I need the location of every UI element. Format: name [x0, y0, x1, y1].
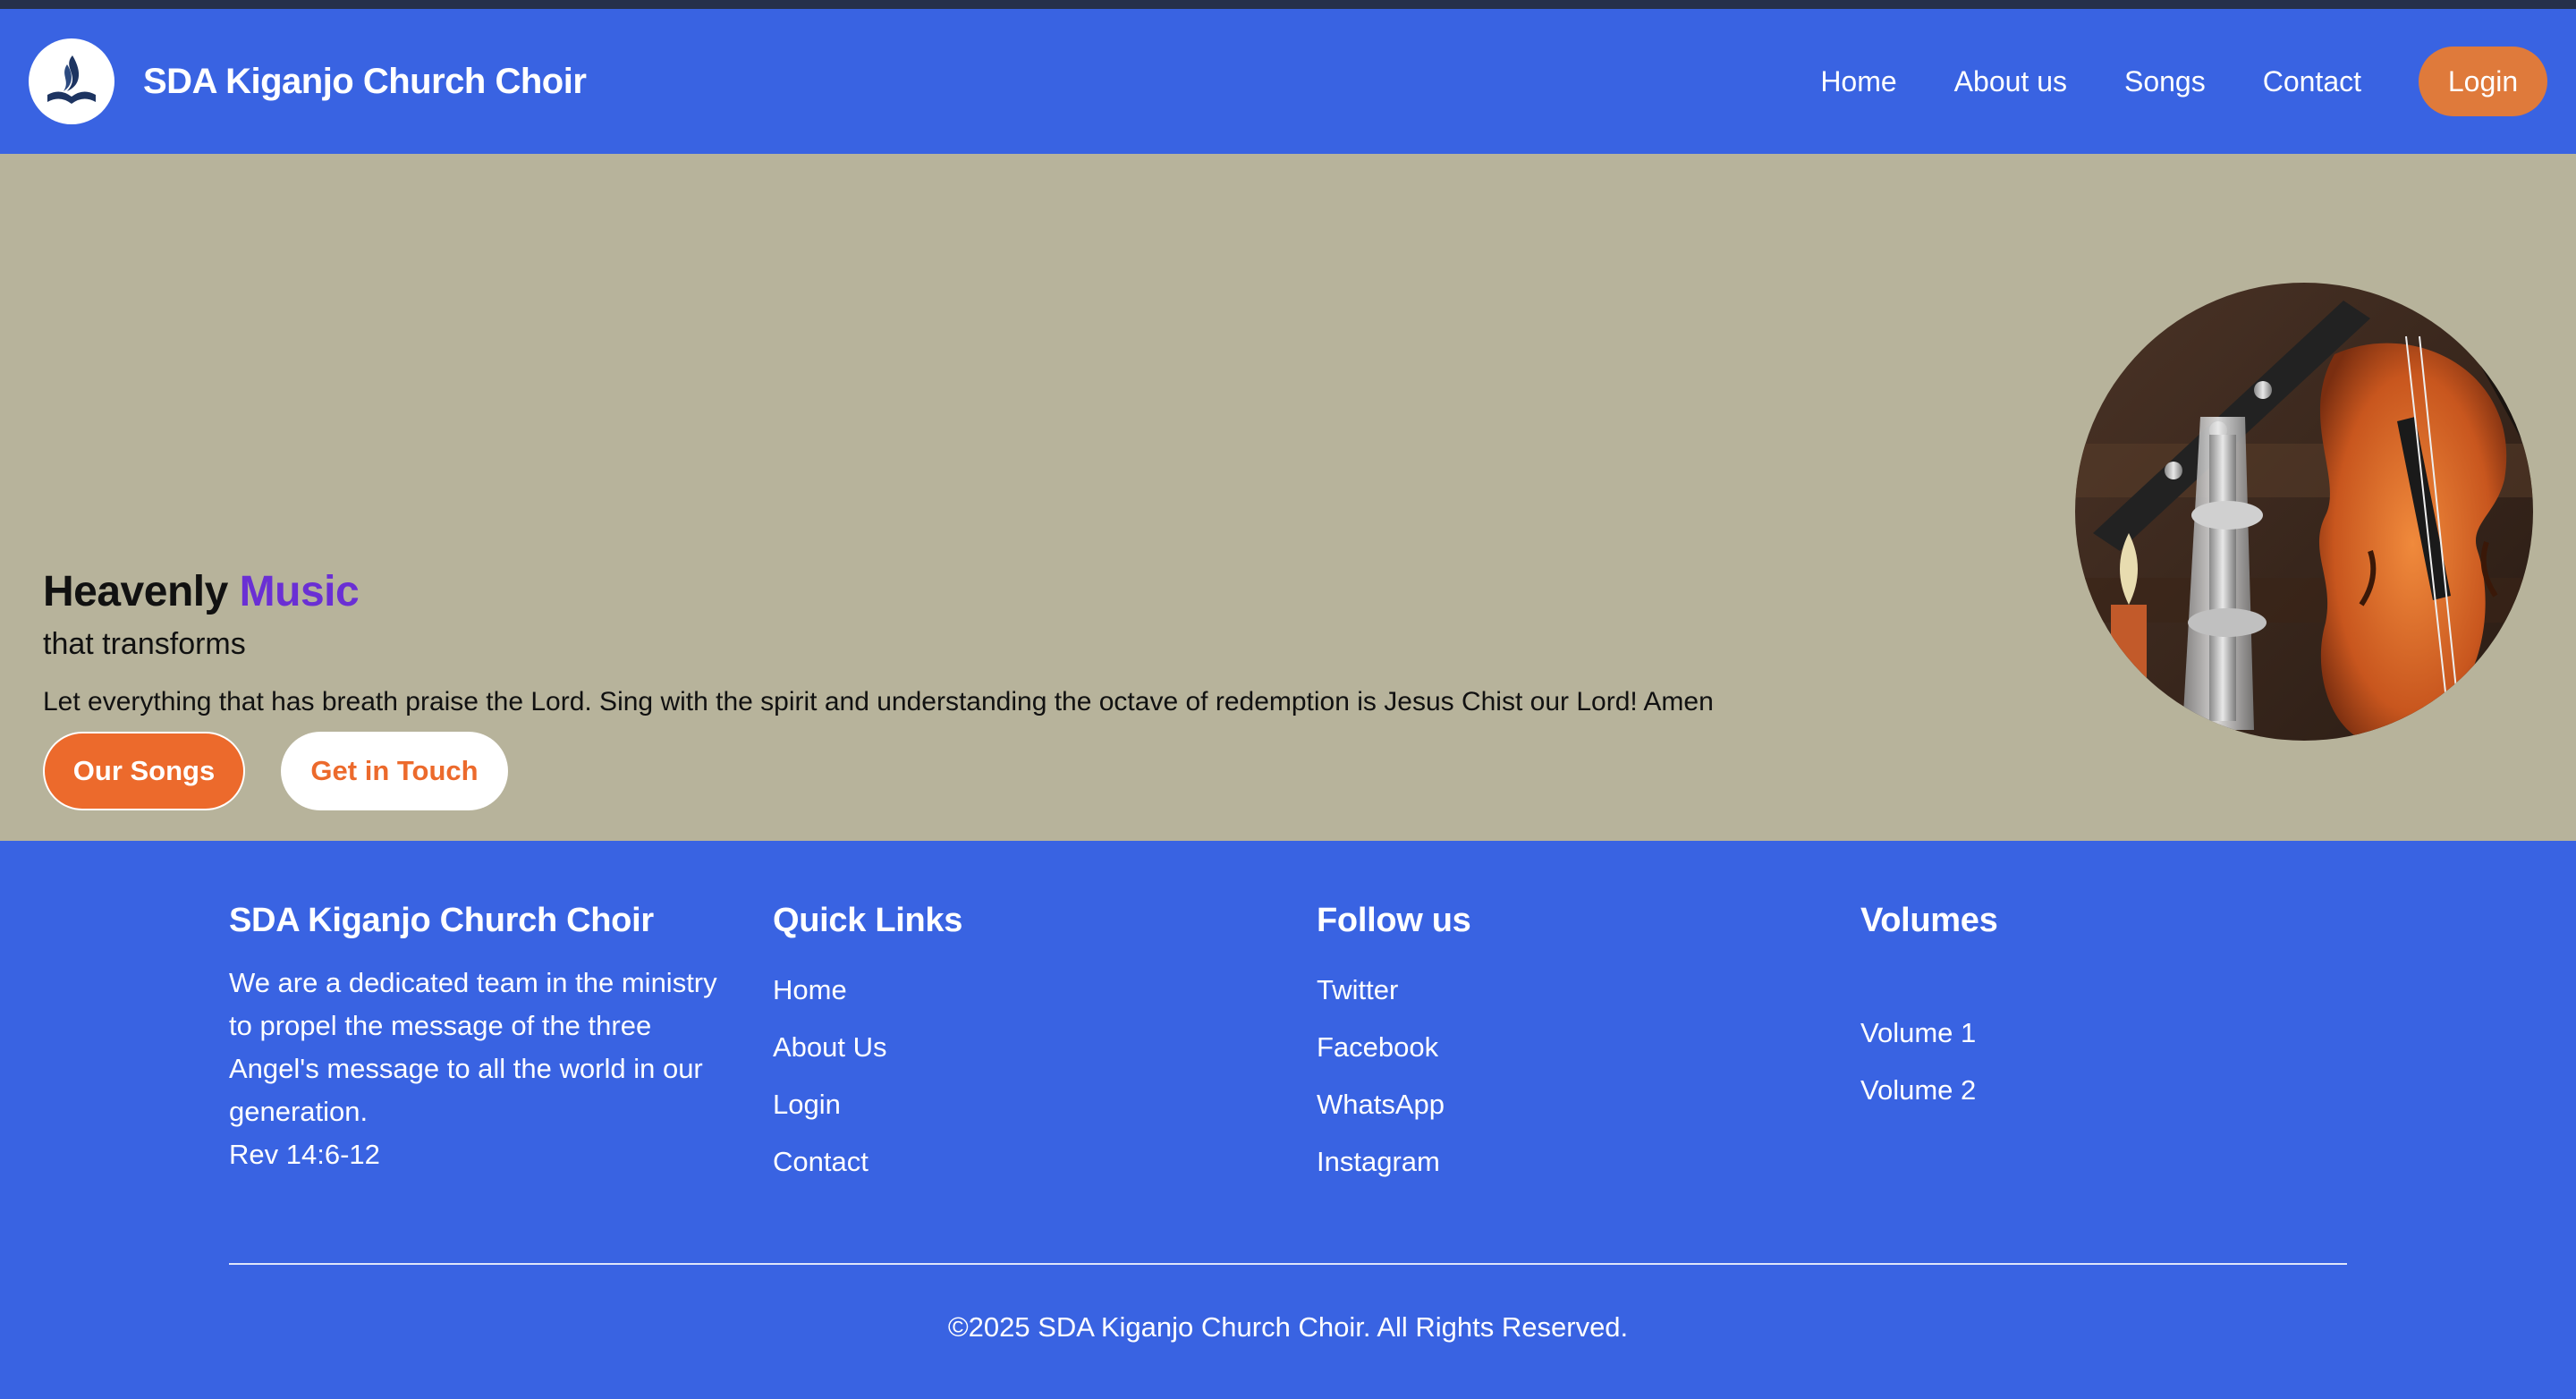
hero-subtitle: that transforms: [43, 627, 246, 661]
nav-home[interactable]: Home: [1820, 65, 1896, 98]
hero-title-word: Heavenly: [43, 568, 228, 615]
hero-title-accent: Music: [239, 568, 360, 615]
footer-about-text: We are a dedicated team in the ministry …: [229, 967, 717, 1127]
footer-volumes: Volumes Volume 1 Volume 2: [1860, 902, 1998, 1119]
hero-text: Heavenly Music that transforms Let every…: [43, 567, 1714, 810]
hero-section: Heavenly Music that transforms Let every…: [0, 154, 2576, 841]
nav-about-us[interactable]: About us: [1954, 65, 2067, 98]
footer-link-contact[interactable]: Contact: [773, 1133, 962, 1191]
footer-follow-us: Follow us Twitter Facebook WhatsApp Inst…: [1317, 902, 1471, 1191]
instruments-image: [2075, 283, 2533, 741]
follow-us-title: Follow us: [1317, 902, 1471, 939]
hero-buttons: Our Songs Get in Touch: [43, 732, 1714, 810]
copyright-text: ©2025 SDA Kiganjo Church Choir. All Righ…: [947, 1311, 1629, 1343]
footer: SDA Kiganjo Church Choir We are a dedica…: [0, 841, 2576, 1399]
login-button[interactable]: Login: [2419, 47, 2547, 116]
main-nav: Home About us Songs Contact Login: [1763, 47, 2547, 116]
volumes-title: Volumes: [1860, 902, 1998, 939]
footer-verse: Rev 14:6-12: [229, 1139, 380, 1170]
nav-contact[interactable]: Contact: [2263, 65, 2361, 98]
footer-link-home[interactable]: Home: [773, 962, 962, 1019]
footer-link-volume-2[interactable]: Volume 2: [1860, 1062, 1997, 1119]
footer-quick-links: Quick Links Home About Us Login Contact: [773, 902, 962, 1191]
footer-link-whatsapp[interactable]: WhatsApp: [1317, 1076, 1471, 1133]
volumes-spacer: [1860, 962, 1997, 1005]
nav-songs[interactable]: Songs: [2124, 65, 2206, 98]
footer-link-login[interactable]: Login: [773, 1076, 962, 1133]
footer-link-instagram[interactable]: Instagram: [1317, 1133, 1471, 1191]
hero-title: Heavenly Music: [43, 567, 1714, 616]
footer-about-title: SDA Kiganjo Church Choir: [229, 902, 654, 939]
quick-links-title: Quick Links: [773, 902, 963, 939]
footer-link-twitter[interactable]: Twitter: [1317, 962, 1471, 1019]
footer-about: SDA Kiganjo Church Choir We are a dedica…: [229, 902, 730, 1176]
get-in-touch-button[interactable]: Get in Touch: [281, 732, 508, 810]
hero-lead-text: Let everything that has breath praise th…: [43, 687, 1714, 716]
footer-link-volume-1[interactable]: Volume 1: [1860, 1005, 1997, 1062]
brand-name: SDA Kiganjo Church Choir: [143, 61, 587, 101]
brand[interactable]: SDA Kiganjo Church Choir: [29, 38, 587, 124]
top-strip: [0, 0, 2576, 9]
navbar: SDA Kiganjo Church Choir Home About us S…: [0, 9, 2576, 154]
our-songs-button[interactable]: Our Songs: [43, 732, 245, 810]
footer-divider: [229, 1263, 2347, 1265]
sda-logo-icon: [29, 38, 114, 124]
footer-link-about-us[interactable]: About Us: [773, 1019, 962, 1076]
footer-link-facebook[interactable]: Facebook: [1317, 1019, 1471, 1076]
